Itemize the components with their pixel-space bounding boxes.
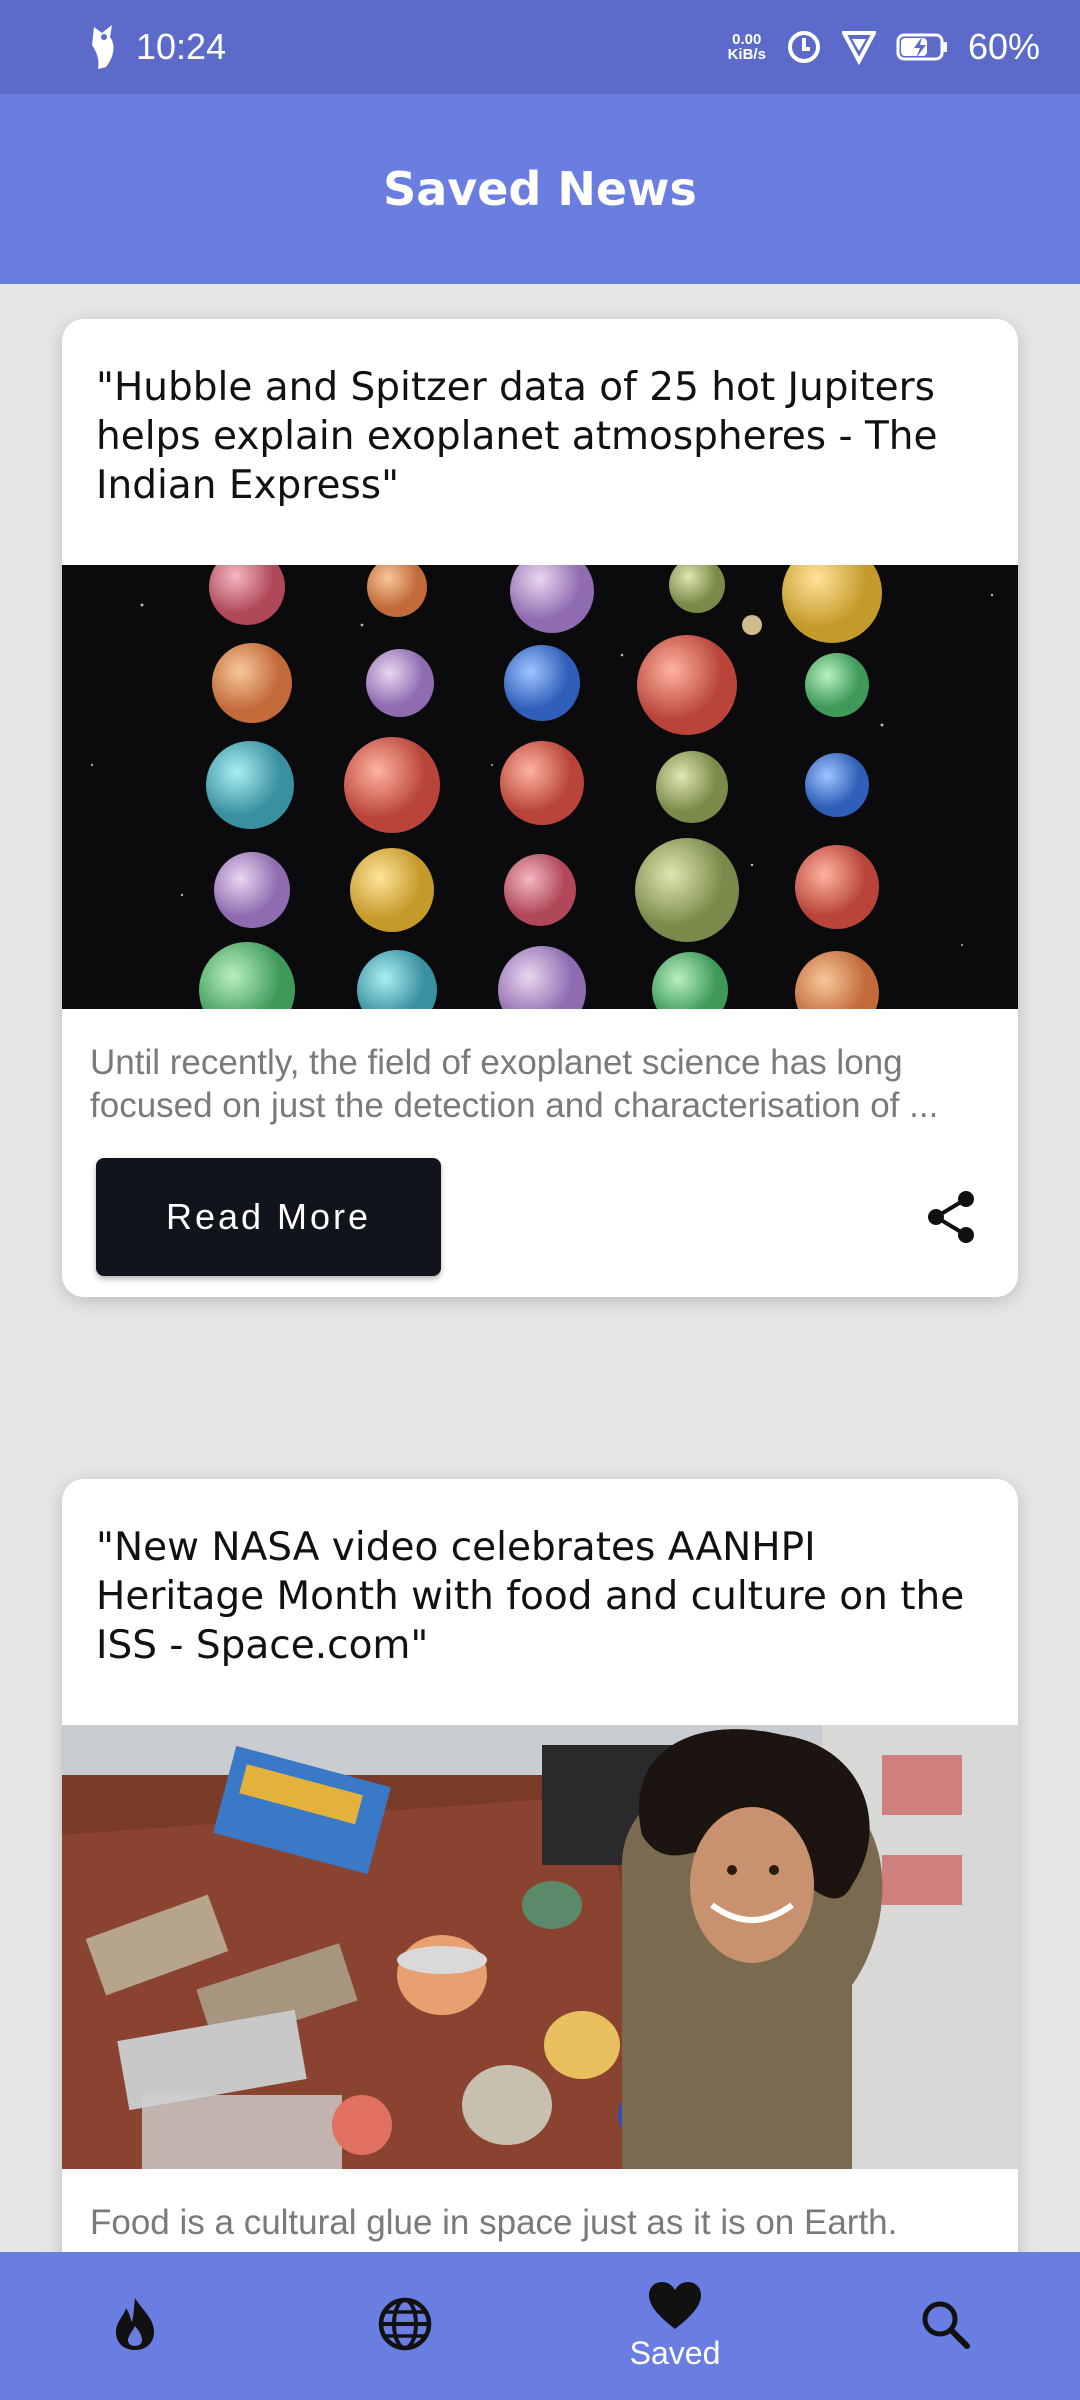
astronaut-food-image xyxy=(62,1725,1018,2169)
app-bar: Saved News xyxy=(0,94,1080,284)
exoplanets-image xyxy=(62,565,1018,1009)
article-image[interactable] xyxy=(62,565,1018,1009)
article-title: "New NASA video celebrates AANHPI Herita… xyxy=(96,1525,965,1668)
bottom-navigation: Saved xyxy=(0,2252,1080,2400)
flame-icon xyxy=(116,2298,154,2350)
battery-icon xyxy=(896,33,947,61)
net-speed: 0.00 KiB/s xyxy=(727,31,766,63)
read-more-button[interactable]: Read More xyxy=(96,1158,441,1276)
article-description: Until recently, the field of exoplanet s… xyxy=(90,1043,939,1125)
nav-item-saved[interactable]: Saved xyxy=(590,2281,760,2372)
article-title: "Hubble and Spitzer data of 25 hot Jupit… xyxy=(96,365,938,508)
globe-icon xyxy=(378,2297,432,2351)
news-card[interactable]: "Hubble and Spitzer data of 25 hot Jupit… xyxy=(62,319,1018,1297)
news-card[interactable]: "New NASA video celebrates AANHPI Herita… xyxy=(62,1479,1018,2252)
article-description: Food is a cultural glue in space just as… xyxy=(90,2203,898,2242)
owl-app-icon xyxy=(92,25,114,69)
nav-label-saved: Saved xyxy=(629,2334,721,2371)
heart-icon xyxy=(649,2281,701,2329)
nav-item-world[interactable] xyxy=(320,2296,490,2356)
page-title: Saved News xyxy=(383,162,697,216)
article-image[interactable] xyxy=(62,1725,1018,2169)
search-icon xyxy=(922,2301,970,2349)
nav-item-search[interactable] xyxy=(860,2298,1030,2354)
nav-item-trending[interactable] xyxy=(50,2296,220,2356)
status-bar: 10:24 0.00 KiB/s 60% xyxy=(0,0,1080,94)
card-actions: Read More xyxy=(62,1137,1018,1297)
share-icon[interactable] xyxy=(922,1187,982,1247)
data-saver-icon xyxy=(787,31,820,63)
battery-percent: 60% xyxy=(967,26,1040,67)
saved-news-list[interactable]: "Hubble and Spitzer data of 25 hot Jupit… xyxy=(0,284,1080,2252)
vpn-shield-icon xyxy=(841,31,876,65)
status-time: 10:24 xyxy=(136,26,227,67)
